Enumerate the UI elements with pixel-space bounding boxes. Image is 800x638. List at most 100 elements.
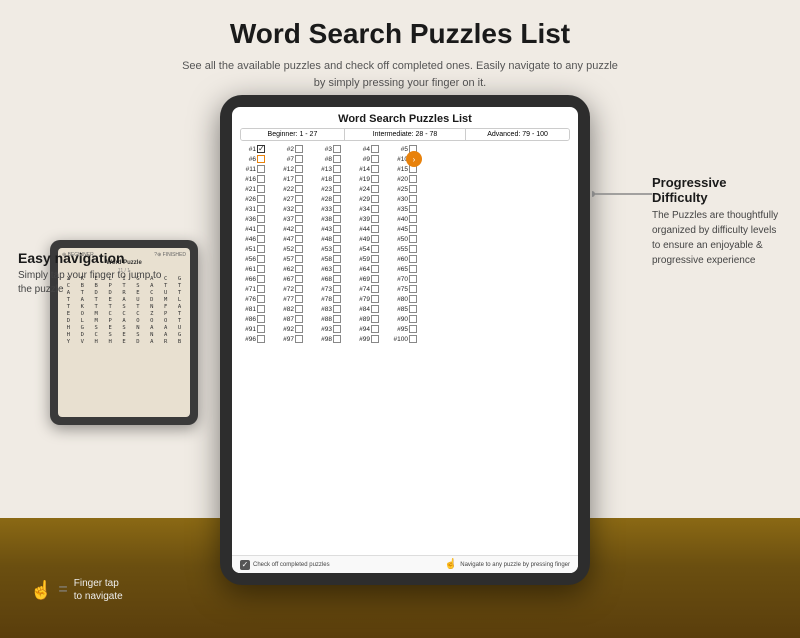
puzzle-item-62[interactable]: #62 [278,265,314,273]
puzzle-checkbox-6[interactable] [257,155,265,163]
puzzle-checkbox-58[interactable] [333,255,341,263]
puzzle-checkbox-18[interactable] [333,175,341,183]
puzzle-checkbox-7[interactable] [295,155,303,163]
puzzle-checkbox-83[interactable] [333,305,341,313]
puzzle-checkbox-95[interactable] [409,325,417,333]
puzzle-item-49[interactable]: #49 [354,235,390,243]
puzzle-checkbox-67[interactable] [295,275,303,283]
puzzle-item-27[interactable]: #27 [278,195,314,203]
puzzle-item-72[interactable]: #72 [278,285,314,293]
puzzle-checkbox-46[interactable] [257,235,265,243]
puzzle-item-7[interactable]: #7 [278,155,314,163]
puzzle-item-58[interactable]: #58 [316,255,352,263]
puzzle-item-100[interactable]: #100 [392,335,428,343]
puzzle-item-21[interactable]: #21 [240,185,276,193]
puzzle-checkbox-78[interactable] [333,295,341,303]
puzzle-item-65[interactable]: #65 [392,265,428,273]
puzzle-checkbox-97[interactable] [295,335,303,343]
puzzle-checkbox-56[interactable] [257,255,265,263]
puzzle-item-63[interactable]: #63 [316,265,352,273]
puzzle-item-13[interactable]: #13 [316,165,352,173]
puzzle-checkbox-100[interactable] [409,335,417,343]
puzzle-checkbox-40[interactable] [409,215,417,223]
puzzle-item-95[interactable]: #95 [392,325,428,333]
puzzle-checkbox-39[interactable] [371,215,379,223]
puzzle-checkbox-65[interactable] [409,265,417,273]
puzzle-checkbox-20[interactable] [409,175,417,183]
puzzle-item-99[interactable]: #99 [354,335,390,343]
puzzle-checkbox-88[interactable] [333,315,341,323]
puzzle-item-34[interactable]: #34 [354,205,390,213]
puzzle-item-61[interactable]: #61 [240,265,276,273]
puzzle-item-91[interactable]: #91 [240,325,276,333]
puzzle-checkbox-37[interactable] [295,215,303,223]
puzzle-item-14[interactable]: #14 [354,165,390,173]
puzzle-checkbox-63[interactable] [333,265,341,273]
puzzle-checkbox-87[interactable] [295,315,303,323]
puzzle-checkbox-80[interactable] [409,295,417,303]
puzzle-item-36[interactable]: #36 [240,215,276,223]
puzzle-checkbox-48[interactable] [333,235,341,243]
puzzle-item-22[interactable]: #22 [278,185,314,193]
puzzle-item-18[interactable]: #18 [316,175,352,183]
puzzle-checkbox-99[interactable] [371,335,379,343]
puzzle-checkbox-30[interactable] [409,195,417,203]
puzzle-checkbox-51[interactable] [257,245,265,253]
puzzle-item-59[interactable]: #59 [354,255,390,263]
puzzle-checkbox-84[interactable] [371,305,379,313]
puzzle-item-46[interactable]: #46 [240,235,276,243]
puzzle-checkbox-1[interactable] [257,145,265,153]
puzzle-checkbox-16[interactable] [257,175,265,183]
puzzle-item-40[interactable]: #40 [392,215,428,223]
puzzle-checkbox-9[interactable] [371,155,379,163]
puzzle-checkbox-36[interactable] [257,215,265,223]
puzzle-item-93[interactable]: #93 [316,325,352,333]
puzzle-item-81[interactable]: #81 [240,305,276,313]
puzzle-checkbox-19[interactable] [371,175,379,183]
puzzle-item-51[interactable]: #51 [240,245,276,253]
puzzle-item-6[interactable]: #6 [240,155,276,163]
puzzle-item-74[interactable]: #74 [354,285,390,293]
puzzle-item-55[interactable]: #55 [392,245,428,253]
puzzle-checkbox-11[interactable] [257,165,265,173]
puzzle-checkbox-59[interactable] [371,255,379,263]
puzzle-checkbox-81[interactable] [257,305,265,313]
puzzle-item-17[interactable]: #17 [278,175,314,183]
puzzle-item-23[interactable]: #23 [316,185,352,193]
puzzle-checkbox-32[interactable] [295,205,303,213]
puzzle-checkbox-4[interactable] [371,145,379,153]
puzzle-checkbox-43[interactable] [333,225,341,233]
puzzle-item-45[interactable]: #45 [392,225,428,233]
puzzle-item-78[interactable]: #78 [316,295,352,303]
puzzle-checkbox-94[interactable] [371,325,379,333]
puzzle-item-3[interactable]: #3 [316,145,352,153]
puzzle-checkbox-96[interactable] [257,335,265,343]
puzzle-checkbox-93[interactable] [333,325,341,333]
puzzle-item-84[interactable]: #84 [354,305,390,313]
puzzle-item-47[interactable]: #47 [278,235,314,243]
puzzle-checkbox-76[interactable] [257,295,265,303]
puzzle-item-32[interactable]: #32 [278,205,314,213]
puzzle-item-66[interactable]: #66 [240,275,276,283]
puzzle-checkbox-68[interactable] [333,275,341,283]
puzzle-checkbox-17[interactable] [295,175,303,183]
puzzle-checkbox-70[interactable] [409,275,417,283]
puzzle-item-28[interactable]: #28 [316,195,352,203]
puzzle-item-90[interactable]: #90 [392,315,428,323]
puzzle-item-42[interactable]: #42 [278,225,314,233]
puzzle-checkbox-24[interactable] [371,185,379,193]
puzzle-checkbox-28[interactable] [333,195,341,203]
puzzle-checkbox-29[interactable] [371,195,379,203]
puzzle-item-68[interactable]: #68 [316,275,352,283]
puzzle-item-41[interactable]: #41 [240,225,276,233]
puzzle-checkbox-35[interactable] [409,205,417,213]
puzzle-checkbox-74[interactable] [371,285,379,293]
puzzle-checkbox-3[interactable] [333,145,341,153]
puzzle-item-38[interactable]: #38 [316,215,352,223]
puzzle-checkbox-31[interactable] [257,205,265,213]
puzzle-checkbox-52[interactable] [295,245,303,253]
puzzle-item-25[interactable]: #25 [392,185,428,193]
puzzle-checkbox-62[interactable] [295,265,303,273]
puzzle-item-31[interactable]: #31 [240,205,276,213]
puzzle-checkbox-22[interactable] [295,185,303,193]
